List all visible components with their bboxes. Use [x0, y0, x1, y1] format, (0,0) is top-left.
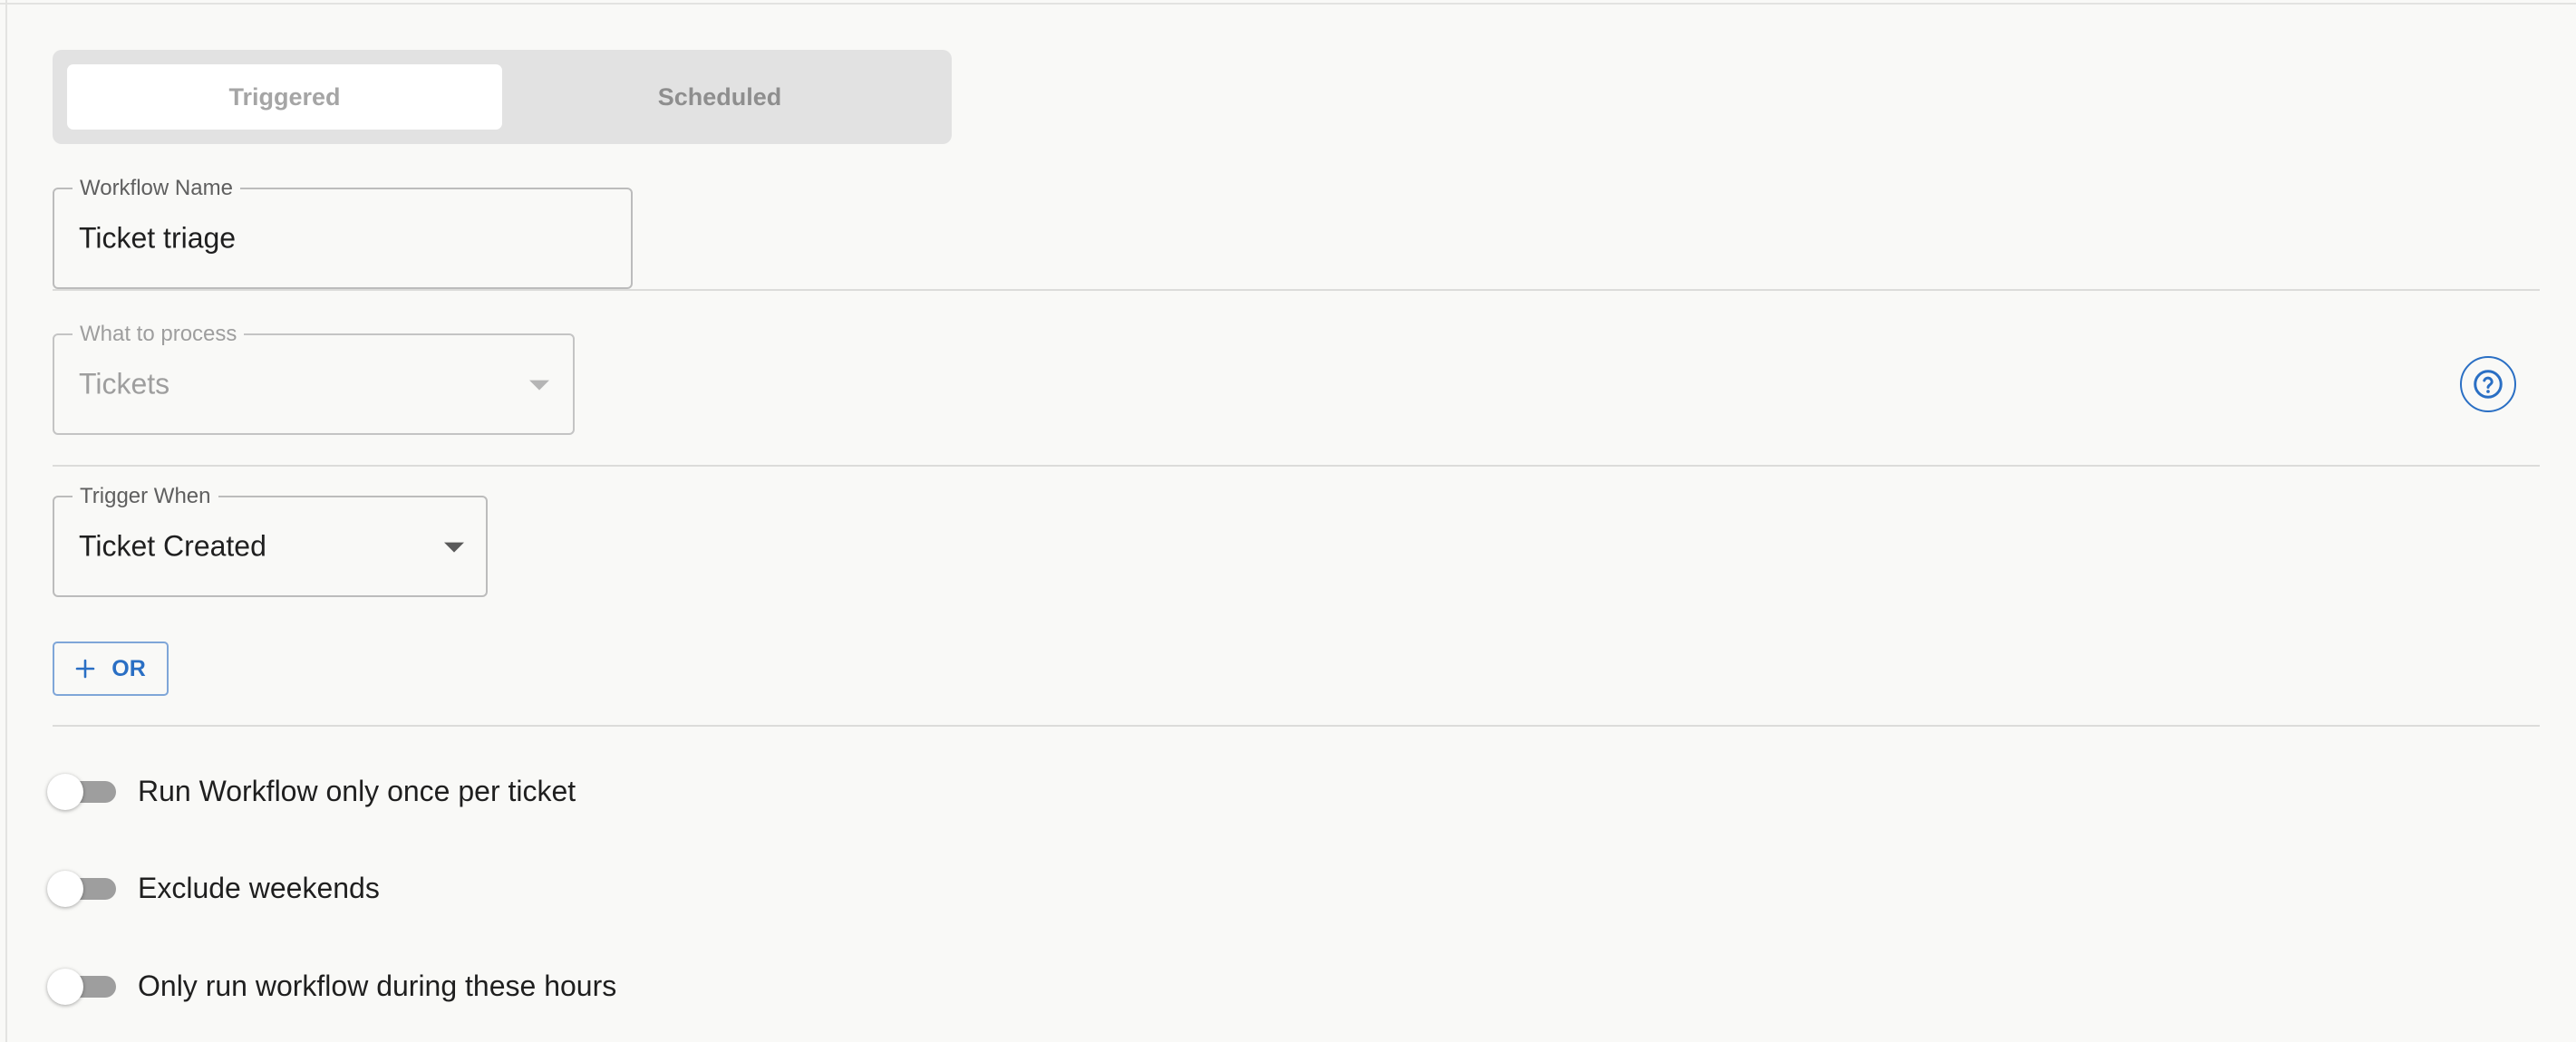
workflow-name-label: Workflow Name [73, 176, 240, 201]
run-during-hours-label: Only run workflow during these hours [138, 969, 617, 1002]
what-to-process-select[interactable]: What to process Tickets [53, 322, 575, 435]
toggle-thumb [47, 871, 83, 907]
left-border [0, 0, 7, 1042]
what-to-process-value: Tickets [79, 367, 170, 400]
plus-icon [75, 659, 95, 679]
toggle-thumb [47, 774, 83, 810]
exclude-weekends-toggle[interactable] [47, 869, 118, 907]
or-button-label: OR [111, 655, 146, 681]
toggle-row-run-once: Run Workflow only once per ticket [47, 768, 576, 814]
what-to-process-label: What to process [73, 322, 245, 347]
divider [53, 289, 2540, 291]
divider [53, 465, 2540, 467]
trigger-when-select[interactable]: Trigger When Ticket Created [53, 484, 488, 597]
workflow-settings-page: Triggered Scheduled Workflow Name Ticket… [0, 0, 2576, 1042]
help-button[interactable] [2460, 356, 2516, 412]
help-circle-icon [2474, 370, 2503, 399]
workflow-type-tabs: Triggered Scheduled [53, 50, 952, 144]
chevron-down-icon [444, 542, 464, 553]
workflow-name-value[interactable]: Ticket triage [79, 222, 236, 256]
workflow-name-field[interactable]: Workflow Name Ticket triage [53, 176, 633, 289]
exclude-weekends-label: Exclude weekends [138, 871, 380, 904]
tab-triggered[interactable]: Triggered [67, 64, 502, 130]
trigger-when-label: Trigger When [73, 484, 218, 509]
top-border [0, 0, 2576, 5]
trigger-when-value: Ticket Created [79, 529, 266, 563]
run-once-per-ticket-toggle[interactable] [47, 772, 118, 810]
toggle-row-exclude-weekends: Exclude weekends [47, 865, 380, 911]
chevron-down-icon [529, 380, 549, 391]
add-or-condition-button[interactable]: OR [53, 642, 169, 696]
toggle-row-hours: Only run workflow during these hours [47, 963, 616, 1008]
run-once-per-ticket-label: Run Workflow only once per ticket [138, 774, 576, 807]
tab-scheduled[interactable]: Scheduled [502, 64, 937, 130]
run-during-hours-toggle[interactable] [47, 967, 118, 1005]
divider [53, 725, 2540, 727]
toggle-thumb [47, 969, 83, 1005]
